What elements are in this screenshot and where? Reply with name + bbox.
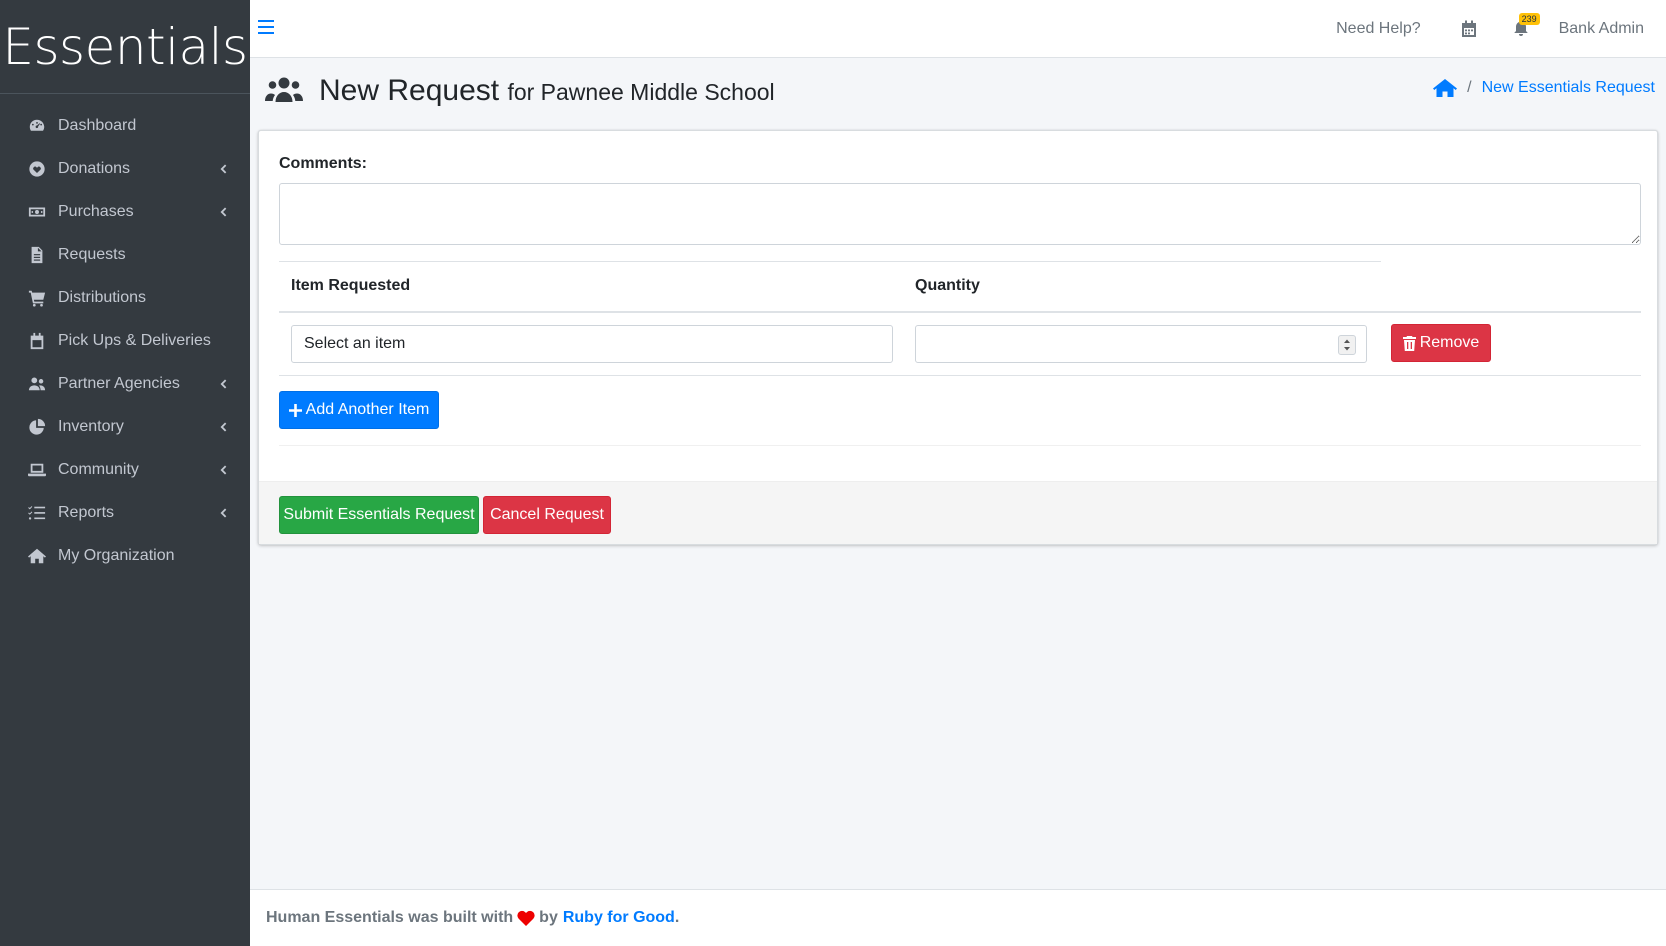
heart-icon [517,910,535,926]
money-bill-icon [26,202,48,222]
row-divider [279,375,1641,376]
sidebar-item-label: Requests [58,245,126,263]
sidebar-item-label: Donations [58,159,131,177]
remove-item-button[interactable]: Remove [1391,324,1491,362]
sidebar-item-label: Community [58,460,139,478]
notifications-bell-icon[interactable]: 239 [1513,13,1540,39]
section-divider [279,445,1641,446]
pie-chart-icon [26,417,48,437]
sidebar-item-pickups[interactable]: Pick Ups & Deliveries [0,319,250,362]
sidebar-item-inventory[interactable]: Inventory [0,405,250,448]
sidebar-item-dashboard[interactable]: Dashboard [0,104,250,147]
sidebar-item-reports[interactable]: Reports [0,491,250,534]
top-navbar: Need Help? 239 Bank Admin [250,0,1666,58]
page-subtitle: for Pawnee Middle School [507,79,775,105]
sidebar-item-donations[interactable]: Donations [0,147,250,190]
user-menu[interactable]: Bank Admin [1559,20,1644,38]
cart-icon [26,288,48,308]
chevron-left-icon [218,163,228,175]
submit-request-button[interactable]: Submit Essentials Request [279,496,479,534]
chevron-left-icon [218,464,228,476]
cancel-request-button[interactable]: Cancel Request [483,496,611,534]
sidebar-item-community[interactable]: Community [0,448,250,491]
chevron-left-icon [218,206,228,218]
users-icon [26,374,48,394]
need-help-link[interactable]: Need Help? [1336,20,1421,38]
sidebar-item-label: Dashboard [58,116,137,134]
form-actions: Submit Essentials Request Cancel Request [259,481,1657,544]
chevron-left-icon [218,378,228,390]
sidebar-item-label: Reports [58,503,115,521]
navbar-right: Need Help? 239 Bank Admin [1336,0,1644,58]
chevron-left-icon [218,507,228,519]
request-form-card: Comments: Item Requested Quantity Select… [258,130,1658,545]
remove-label: Remove [1419,334,1480,351]
sidebar-item-label: Purchases [58,202,134,220]
breadcrumb-separator: / [1467,79,1472,96]
footer-text: Human Essentials was built with [266,909,514,926]
dashboard-icon [26,116,48,136]
list-check-icon [26,503,48,523]
comments-label: Comments: [279,155,368,172]
table-divider [279,261,1381,262]
brand-logo[interactable]: Essentials [0,0,250,94]
sidebar-item-my-organization[interactable]: My Organization [0,534,250,577]
heart-circle-icon [26,159,48,179]
sidebar-item-purchases[interactable]: Purchases [0,190,250,233]
sidebar-item-label: My Organization [58,546,175,564]
sidebar-item-partner-agencies[interactable]: Partner Agencies [0,362,250,405]
page-footer: Human Essentials was built with by Ruby … [250,889,1666,946]
footer-period: . [674,909,680,926]
column-header-quantity: Quantity [915,277,980,294]
item-select[interactable]: Select an item [291,325,893,363]
page-title-main: New Request [319,74,500,107]
content-header: New Request for Pawnee Middle School / N… [265,70,1655,120]
add-item-button[interactable]: Add Another Item [279,391,439,429]
add-item-label: Add Another Item [305,401,430,418]
table-header-divider [279,311,1641,313]
sidebar-nav: Dashboard Donations Purchases Requests D… [0,94,250,577]
file-icon [26,245,48,265]
menu-toggle-icon[interactable] [258,20,274,36]
column-header-item: Item Requested [291,277,411,294]
home-icon[interactable] [1433,78,1458,98]
calendar-icon[interactable] [1461,20,1477,38]
plus-icon [288,403,302,417]
footer-by-text: by [539,909,558,926]
comments-textarea[interactable] [279,183,1641,245]
breadcrumb: / New Essentials Request [1433,78,1655,98]
sidebar-item-label: Inventory [58,417,124,435]
sidebar-item-label: Pick Ups & Deliveries [58,331,211,349]
notification-count-badge: 239 [1518,13,1540,25]
laptop-icon [26,460,48,480]
chevron-left-icon [218,421,228,433]
ruby-for-good-link[interactable]: Ruby for Good [563,909,675,927]
page-title: New Request for Pawnee Middle School [319,74,775,108]
brand-name: Essentials [2,17,248,76]
sidebar-item-distributions[interactable]: Distributions [0,276,250,319]
quantity-stepper[interactable] [1338,335,1356,355]
breadcrumb-current[interactable]: New Essentials Request [1482,79,1655,97]
quantity-input[interactable] [915,325,1367,363]
sidebar-item-label: Distributions [58,288,147,306]
home-icon [26,546,48,566]
users-icon [265,76,303,104]
main-sidebar: Essentials Dashboard Donations Purchases [0,0,250,946]
sidebar-item-label: Partner Agencies [58,374,180,392]
sidebar-item-requests[interactable]: Requests [0,233,250,276]
trash-icon [1402,335,1416,351]
calendar-icon [26,331,48,351]
